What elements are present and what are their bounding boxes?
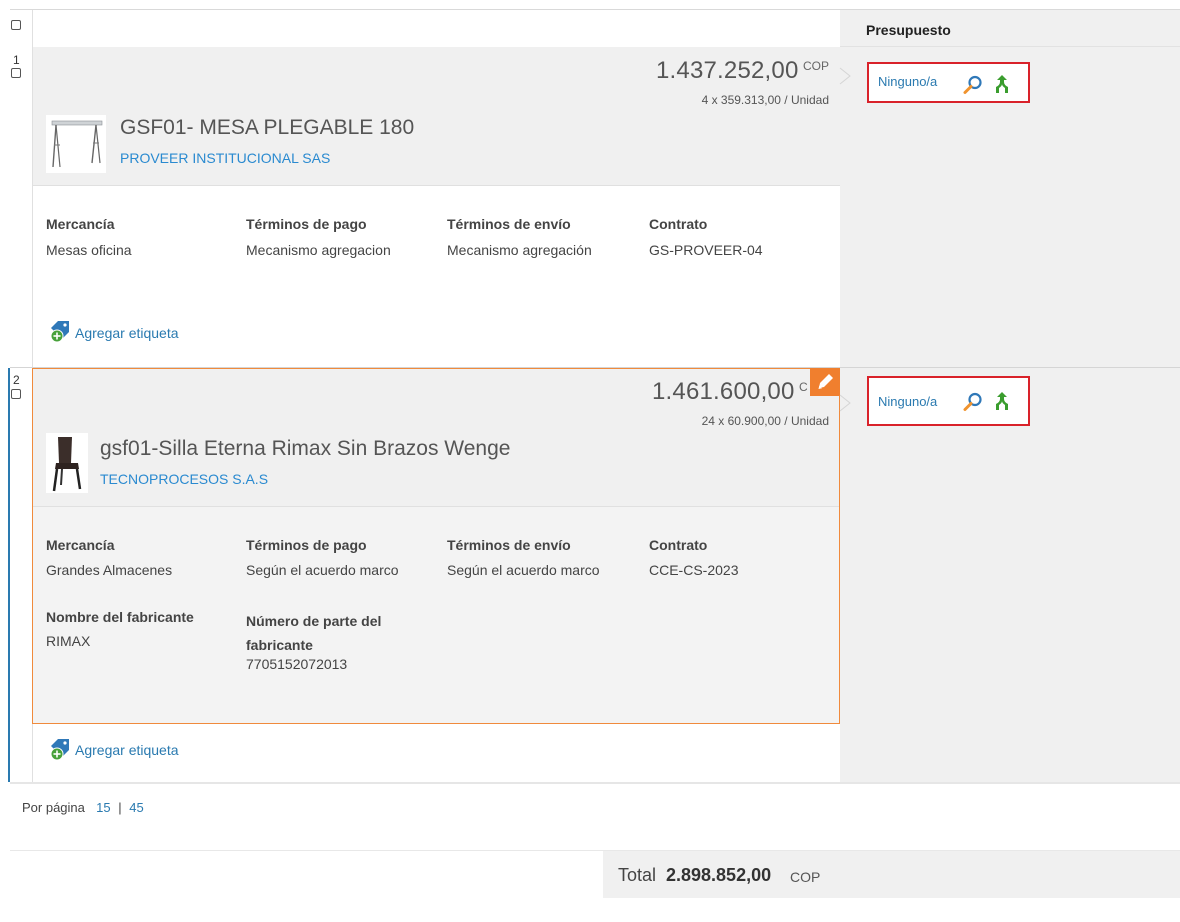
budget-cell[interactable]: Ninguno/a <box>867 62 1030 103</box>
chevron-right-icon <box>838 66 852 86</box>
product-image[interactable] <box>46 115 106 173</box>
contract-link[interactable]: GS-PROVEER-04 <box>649 242 763 258</box>
pagination-label: Por página <box>22 800 85 815</box>
field-value: Mecanismo agregacion <box>246 242 391 258</box>
item-checkbox[interactable] <box>11 68 21 78</box>
item-price-block: 1.461.600,00 C <box>652 378 808 406</box>
item-supplier[interactable]: PROVEER INSTITUCIONAL SAS <box>120 150 330 166</box>
field-label: Nombre del fabricante <box>46 609 194 625</box>
budget-value[interactable]: Ninguno/a <box>878 74 937 89</box>
tag-add-icon[interactable] <box>48 737 72 761</box>
item-index: 2 <box>13 373 20 387</box>
item-unit-line: 4 x 359.313,00 / Unidad <box>701 93 829 107</box>
item-currency: COP <box>802 59 829 73</box>
page-size-15[interactable]: 15 <box>92 800 114 815</box>
field-label: Contrato <box>649 537 708 553</box>
field-label: Número de parte del fabricante <box>246 613 382 653</box>
page-size-45[interactable]: 45 <box>125 800 147 815</box>
field-value: Grandes Almacenes <box>46 562 173 578</box>
field-label: Mercancía <box>46 537 115 553</box>
item-price: 1.437.252,00 <box>655 57 799 84</box>
edit-button[interactable] <box>810 368 840 396</box>
budget-value[interactable]: Ninguno/a <box>878 394 937 409</box>
total-currency: COP <box>790 869 821 885</box>
item-index: 1 <box>13 53 20 67</box>
contract-link[interactable]: CCE-CS-2023 <box>649 562 738 578</box>
total-bar: Total 2.898.852,00 COP <box>603 851 1180 898</box>
item-title[interactable]: GSF01- MESA PLEGABLE 180 <box>120 116 414 140</box>
item-unit-line: 24 x 60.900,00 / Unidad <box>701 414 829 428</box>
pencil-icon <box>818 374 833 389</box>
item-supplier[interactable]: TECNOPROCESOS S.A.S <box>100 471 268 487</box>
field-value: Mesas oficina <box>46 242 132 258</box>
budget-header-divider <box>840 46 1180 47</box>
product-image[interactable] <box>46 433 88 493</box>
budget-cell[interactable]: Ninguno/a <box>867 376 1030 426</box>
item-currency: C <box>799 380 808 394</box>
item-price: 1.461.600,00 <box>652 378 795 405</box>
budget-column-header: Presupuesto <box>866 22 951 38</box>
field-label: Términos de envío <box>447 537 571 553</box>
pagination: Por página 15 | 45 <box>22 800 148 815</box>
item-title[interactable]: gsf01-Silla Eterna Rimax Sin Brazos Weng… <box>100 437 510 461</box>
total-label: Total <box>618 865 657 885</box>
field-label: Mercancía <box>46 216 115 232</box>
item-checkbox[interactable] <box>11 389 21 399</box>
search-icon[interactable] <box>962 74 984 96</box>
add-tag-link[interactable]: Agregar etiqueta <box>75 742 179 758</box>
field-value: 7705152072013 <box>246 656 348 672</box>
split-icon[interactable] <box>991 390 1013 412</box>
item-price-block: 1.437.252,00 COP <box>656 57 829 85</box>
field-value: Según el acuerdo marco <box>447 562 600 578</box>
field-value: Mecanismo agregación <box>447 242 592 258</box>
add-tag-link[interactable]: Agregar etiqueta <box>75 325 179 341</box>
split-icon[interactable] <box>991 73 1013 95</box>
table-bottom-divider <box>10 782 1180 784</box>
field-label: Términos de envío <box>447 216 571 232</box>
field-label: Términos de pago <box>246 537 367 553</box>
tag-add-icon[interactable] <box>48 319 72 343</box>
field-value: Según el acuerdo marco <box>246 562 399 578</box>
field-label: Términos de pago <box>246 216 367 232</box>
field-value: RIMAX <box>46 633 91 649</box>
pagination-separator: | <box>118 800 122 815</box>
chevron-right-icon <box>838 393 852 413</box>
total-amount: 2.898.852,00 <box>666 865 772 885</box>
field-label: Contrato <box>649 216 708 232</box>
selected-row-indicator <box>8 368 10 782</box>
search-icon[interactable] <box>962 391 984 413</box>
select-all-checkbox[interactable] <box>11 20 21 30</box>
